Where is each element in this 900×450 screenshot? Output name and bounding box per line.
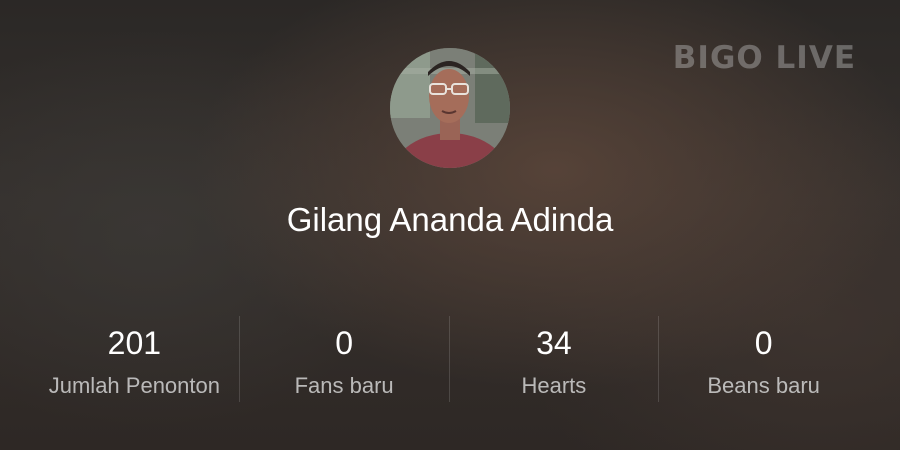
stat-new-fans: 0 Fans baru xyxy=(238,316,449,402)
stats-row: 201 Jumlah Penonton 0 Fans baru 34 Heart… xyxy=(30,316,868,402)
live-ended-screen: BIGO LIVE Gilang Ananda Adinda 201 Jumla… xyxy=(0,0,900,450)
stat-label: Beans baru xyxy=(707,373,820,398)
stat-label: Hearts xyxy=(521,373,587,398)
stat-hearts: 34 Hearts xyxy=(448,316,659,402)
stat-value: 0 xyxy=(335,325,354,361)
stat-label: Jumlah Penonton xyxy=(48,373,220,398)
stat-value: 0 xyxy=(754,325,773,361)
stat-label: Fans baru xyxy=(294,373,394,398)
bigo-live-logo: BIGO LIVE xyxy=(672,40,856,76)
streamer-name: Gilang Ananda Adinda xyxy=(286,201,614,238)
stat-value: 34 xyxy=(536,325,572,361)
stat-viewers: 201 Jumlah Penonton xyxy=(30,316,239,402)
avatar-photo xyxy=(390,48,510,168)
stat-new-beans: 0 Beans baru xyxy=(658,316,868,402)
avatar[interactable] xyxy=(390,48,510,168)
stat-value: 201 xyxy=(107,325,162,361)
